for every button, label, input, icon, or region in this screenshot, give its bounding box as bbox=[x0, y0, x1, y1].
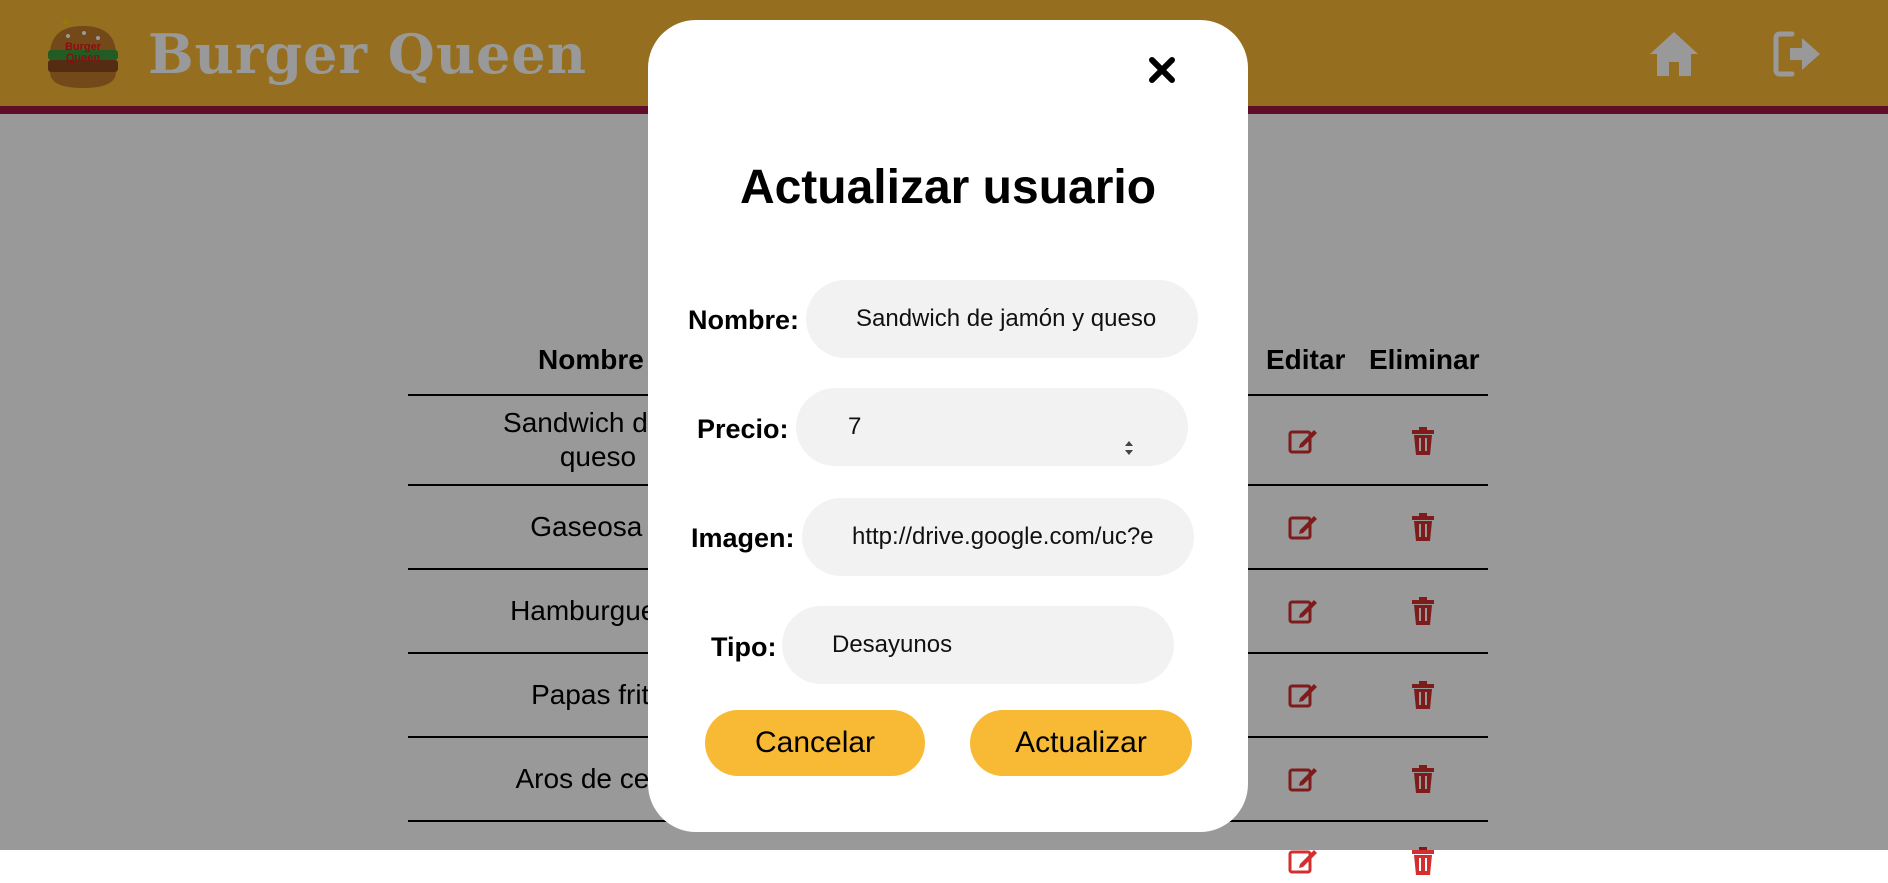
type-input[interactable]: Desayunos bbox=[782, 606, 1174, 684]
trash-icon[interactable] bbox=[1408, 846, 1438, 876]
image-label: Imagen: bbox=[691, 523, 795, 553]
modal-title: Actualizar usuario bbox=[739, 161, 1157, 214]
price-input[interactable]: 7 bbox=[796, 388, 1188, 466]
cancel-button[interactable]: Cancelar bbox=[705, 710, 925, 776]
price-label: Precio: bbox=[697, 414, 789, 444]
price-value: 7 bbox=[848, 413, 862, 440]
update-button[interactable]: Actualizar bbox=[970, 710, 1192, 776]
number-spinner-icon[interactable] bbox=[1122, 414, 1136, 455]
type-label: Tipo: bbox=[711, 632, 777, 662]
update-product-modal: Actualizar usuario Nombre: Sandwich de j… bbox=[648, 20, 1248, 832]
image-url-input[interactable]: http://drive.google.com/uc?e bbox=[802, 498, 1194, 576]
name-input[interactable]: Sandwich de jamón y queso bbox=[806, 280, 1198, 358]
close-icon[interactable] bbox=[1144, 52, 1180, 88]
edit-icon[interactable] bbox=[1288, 846, 1318, 876]
name-label: Nombre: bbox=[688, 305, 800, 335]
